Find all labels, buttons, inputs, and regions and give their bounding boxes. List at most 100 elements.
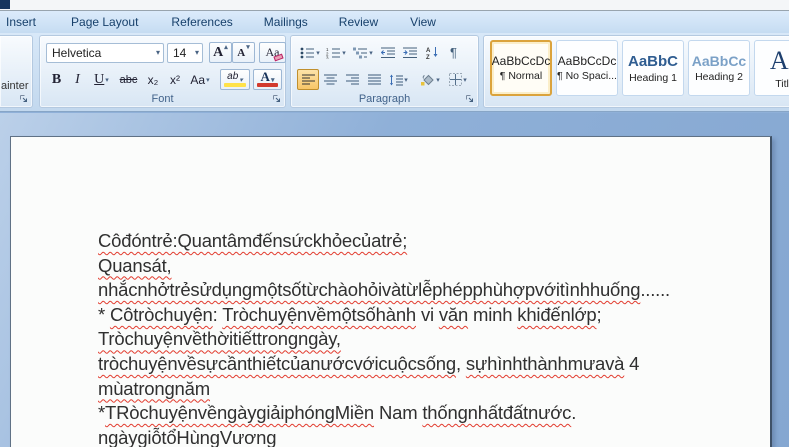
sort-az-icon: A Z <box>426 47 437 59</box>
document-line: ngàygiỗtổHùngVương <box>98 426 670 447</box>
align-center-icon <box>323 74 337 84</box>
font-group-label: Font <box>151 93 174 105</box>
tab-page-layout[interactable]: Page Layout <box>69 13 140 31</box>
justify-button[interactable] <box>363 69 385 90</box>
bullets-button[interactable]: ▾ <box>297 42 323 63</box>
styles-group: AaBbCcDc ¶ Normal AaBbCcDc ¶ No Spaci... AaB… <box>483 35 789 108</box>
text-segment: Nam <box>374 402 423 424</box>
clipboard-dialog-launcher-icon[interactable] <box>19 94 29 104</box>
text-segment: * <box>98 303 110 325</box>
align-right-icon <box>345 74 359 84</box>
misspelled-text: Tròchuyệnvềmộtsốhành <box>222 303 416 325</box>
subscript-glyph: x₂ <box>147 72 159 87</box>
style-preview: AaBbCcDc <box>557 54 617 68</box>
grow-font-button[interactable]: A ▴ <box>209 42 232 63</box>
underline-button[interactable]: U ▾ <box>88 69 115 90</box>
numbered-list-icon: 123 <box>326 47 341 59</box>
underline-glyph: U <box>94 71 105 87</box>
show-paragraph-marks-button[interactable]: ¶ <box>443 42 464 63</box>
font-size-combo[interactable]: 14 ▾ <box>167 42 203 63</box>
superscript-button[interactable]: x² <box>164 69 186 90</box>
misspelled-text: tròchuyệnvềsựcầnthiếtcủanướcvớicuộcsống <box>98 352 456 374</box>
paragraph-group: ▾ 123 ▾ ▾ A Z ¶ ▾ ▾ ▾ Paragraph <box>290 35 479 108</box>
decrease-indent-icon <box>381 47 395 58</box>
shading-button[interactable]: ▾ <box>416 69 444 90</box>
align-left-button[interactable] <box>297 69 319 90</box>
decrease-indent-button[interactable] <box>377 42 399 63</box>
font-name-value: Helvetica <box>52 45 102 60</box>
style-name: Title <box>775 78 789 90</box>
numbering-button[interactable]: 123 ▾ <box>323 42 349 63</box>
tab-insert[interactable]: Insert <box>4 13 38 31</box>
ribbon-tab-bar: Insert Page Layout References Mailings R… <box>0 11 789 33</box>
style-nospacing[interactable]: AaBbCcDc ¶ No Spaci... <box>556 40 618 96</box>
document-line: tròchuyệnvềsựcầnthiếtcủanướcvớicuộcsống,… <box>98 352 670 377</box>
style-name: ¶ Normal <box>499 70 543 82</box>
shrink-font-button[interactable]: A ▾ <box>232 42 255 63</box>
paragraph-dialog-launcher-icon[interactable] <box>465 94 475 104</box>
style-normal[interactable]: AaBbCcDc ¶ Normal <box>490 40 552 96</box>
clipboard-group-partial: ainter <box>0 35 33 108</box>
align-right-button[interactable] <box>341 69 363 90</box>
svg-text:3: 3 <box>326 55 329 59</box>
change-case-glyph: Aa <box>190 72 206 87</box>
misspelled-text: sựhìnhthànhmưavà <box>465 352 625 374</box>
clear-formatting-button[interactable]: Aa <box>259 42 286 63</box>
chevron-down-icon: ▾ <box>194 48 199 57</box>
style-title[interactable]: Aa Title <box>754 40 789 96</box>
italic-glyph: I <box>75 71 80 87</box>
document-page[interactable]: Côđóntrẻ:Quantâmđếnsứckhỏecủatrẻ; Quansát… <box>10 136 772 447</box>
bold-button[interactable]: B <box>46 69 67 90</box>
italic-button[interactable]: I <box>67 69 88 90</box>
strikethrough-button[interactable]: abc <box>115 69 142 90</box>
font-dialog-launcher-icon[interactable] <box>272 94 282 104</box>
style-preview: AaBbCc <box>691 53 747 69</box>
misspelled-text: thốngnhấtđấtnước <box>422 402 572 424</box>
tab-review[interactable]: Review <box>337 13 380 31</box>
style-heading1[interactable]: AaBbC Heading 1 <box>622 40 684 96</box>
shrink-font-glyph: A <box>237 46 246 59</box>
align-center-button[interactable] <box>319 69 341 90</box>
tab-view[interactable]: View <box>408 13 438 31</box>
text-segment: minh <box>468 303 518 325</box>
multilevel-list-button[interactable]: ▾ <box>349 42 377 63</box>
tab-mailings[interactable]: Mailings <box>262 13 310 31</box>
styles-gallery: AaBbCcDc ¶ Normal AaBbCcDc ¶ No Spaci... AaB… <box>490 40 789 100</box>
svg-text:Z: Z <box>426 55 430 59</box>
change-case-button[interactable]: Aa ▾ <box>186 69 214 90</box>
titlebar-strip <box>0 0 789 11</box>
font-name-combo[interactable]: Helvetica ▾ <box>46 42 164 63</box>
misspelled-text: ngàygiỗtổHùngVương <box>98 426 277 447</box>
misspelled-text: nhắcnhởtrẻsửdụngmộtsốtừchàohỏivàtừlễphép… <box>98 279 641 301</box>
style-heading2[interactable]: AaBbCc Heading 2 <box>688 40 750 96</box>
document-line: Tròchuyệnvềthờitiếttrongngày, <box>98 327 670 352</box>
ribbon: ainter Helvetica ▾ 14 ▾ A ▴ A ▾ Aa B I U… <box>0 33 789 112</box>
increase-indent-button[interactable] <box>399 42 421 63</box>
paint-bucket-icon <box>421 74 434 86</box>
superscript-glyph: x² <box>170 72 180 87</box>
justify-icon <box>367 74 381 84</box>
misspelled-text: văn <box>438 303 469 325</box>
text-segment: : <box>212 303 223 325</box>
paragraph-group-label: Paragraph <box>358 93 411 105</box>
font-color-button[interactable]: A ▾ <box>253 69 282 90</box>
text-segment: vi <box>416 303 439 325</box>
bullet-list-icon <box>300 47 315 58</box>
style-name: Heading 2 <box>695 71 743 83</box>
highlight-color-bar <box>224 83 246 87</box>
sort-button[interactable]: A Z <box>421 42 443 63</box>
word-window: Insert Page Layout References Mailings R… <box>0 0 789 447</box>
svg-text:A: A <box>426 48 431 54</box>
borders-button[interactable]: ▾ <box>444 69 472 90</box>
text-segment: . <box>571 402 577 424</box>
text-highlight-button[interactable]: ab ▾ <box>220 69 250 90</box>
line-spacing-button[interactable]: ▾ <box>385 69 412 90</box>
multilevel-list-icon <box>353 47 368 58</box>
tab-references[interactable]: References <box>169 13 234 31</box>
misspelled-text: mùatrongnăm <box>98 377 210 399</box>
subscript-button[interactable]: x₂ <box>142 69 164 90</box>
chevron-down-icon: ▾ <box>342 49 346 57</box>
text-segment: ...... <box>640 279 670 301</box>
format-painter-label[interactable]: ainter <box>1 80 29 92</box>
document-line: nhắcnhởtrẻsửdụngmộtsốtừchàohỏivàtừlễphép… <box>98 278 670 303</box>
